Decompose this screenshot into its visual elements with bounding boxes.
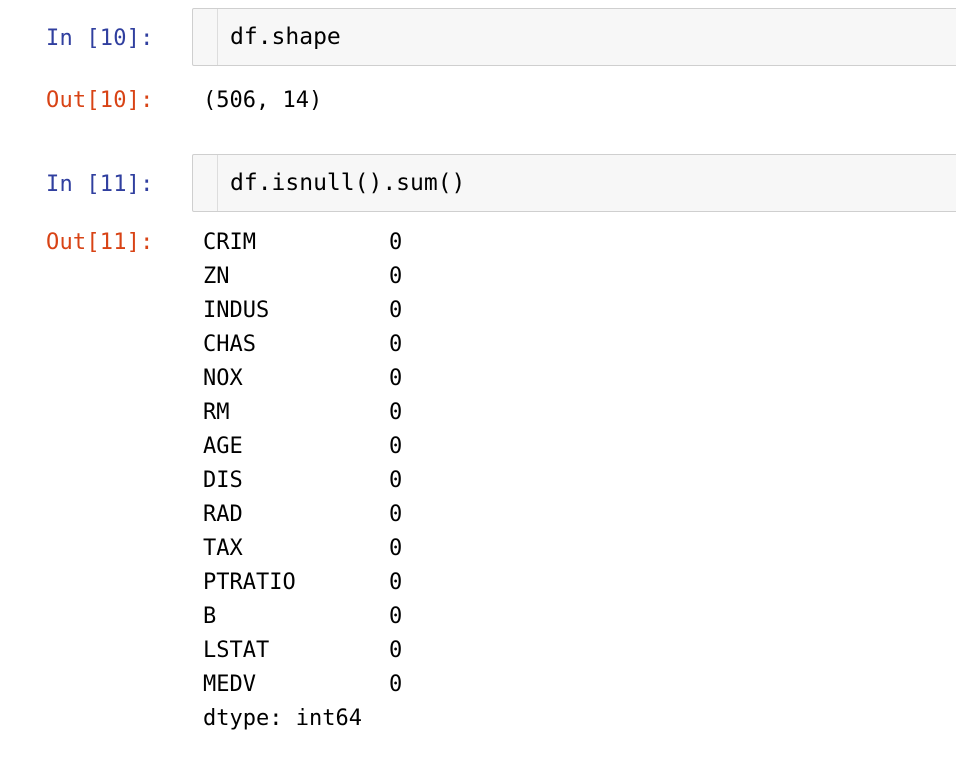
series-row: PTRATIO 0 [203, 568, 402, 602]
series-row: CHAS 0 [203, 330, 402, 364]
series-label: INDUS [203, 298, 270, 323]
series-row: LSTAT 0 [203, 636, 402, 670]
series-value: 0 [389, 502, 403, 527]
input-gutter [217, 9, 218, 65]
series-value: 0 [389, 264, 403, 289]
series-value: 0 [389, 332, 403, 357]
series-label: LSTAT [203, 638, 270, 663]
code-text-11[interactable]: df.isnull().sum() [230, 168, 465, 198]
out-prompt-11: Out[11]: [46, 230, 154, 255]
series-row: MEDV 0 [203, 670, 402, 704]
series-dtype: dtype: int64 [203, 706, 362, 731]
series-value: 0 [389, 400, 403, 425]
code-input-11[interactable]: df.isnull().sum() [192, 154, 956, 212]
in-prompt-10: In [10]: [46, 26, 154, 51]
out-prompt-10: Out[10]: [46, 88, 154, 113]
series-label: ZN [203, 264, 230, 289]
series-label: RAD [203, 502, 243, 527]
input-gutter [217, 155, 218, 211]
series-label: CHAS [203, 332, 256, 357]
series-value: 0 [389, 468, 403, 493]
in-prompt-11: In [11]: [46, 172, 154, 197]
series-row: NOX 0 [203, 364, 402, 398]
series-value: 0 [389, 570, 403, 595]
series-label: NOX [203, 366, 243, 391]
series-row: RAD 0 [203, 500, 402, 534]
series-value: 0 [389, 434, 403, 459]
series-value: 0 [389, 230, 403, 255]
series-label: RM [203, 400, 230, 425]
series-row: CRIM 0 [203, 228, 402, 262]
series-value: 0 [389, 298, 403, 323]
series-output-11: CRIM 0 ZN 0 INDUS 0 CHAS 0 NOX 0 RM 0 AGE 0 DIS… [203, 228, 402, 738]
series-label: DIS [203, 468, 243, 493]
output-text-10: (506, 14) [203, 88, 323, 113]
series-row: B0 [203, 602, 402, 636]
series-row: INDUS 0 [203, 296, 402, 330]
series-value: 0 [389, 604, 403, 629]
series-label: AGE [203, 434, 243, 459]
series-label: CRIM [203, 230, 256, 255]
series-value: 0 [389, 638, 403, 663]
series-row: DIS 0 [203, 466, 402, 500]
code-text-10[interactable]: df.shape [230, 22, 341, 52]
series-label: TAX [203, 536, 243, 561]
series-value: 0 [389, 366, 403, 391]
series-label: MEDV [203, 672, 256, 697]
series-value: 0 [389, 672, 403, 697]
series-row: RM 0 [203, 398, 402, 432]
series-row: TAX 0 [203, 534, 402, 568]
series-row: ZN 0 [203, 262, 402, 296]
code-input-10[interactable]: df.shape [192, 8, 956, 66]
series-label: B [203, 604, 217, 629]
series-label: PTRATIO [203, 570, 296, 595]
series-value: 0 [389, 536, 403, 561]
series-row: AGE 0 [203, 432, 402, 466]
